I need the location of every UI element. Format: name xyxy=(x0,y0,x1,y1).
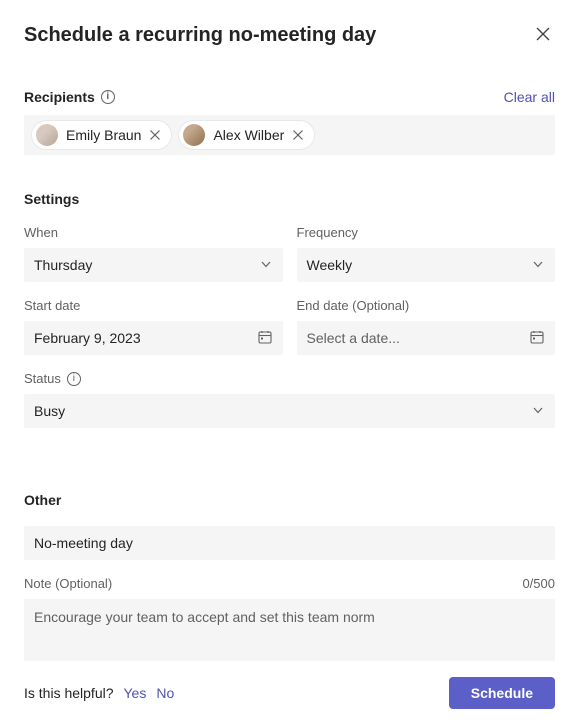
other-heading: Other xyxy=(24,492,555,508)
note-textarea[interactable]: Encourage your team to accept and set th… xyxy=(24,599,555,661)
frequency-label: Frequency xyxy=(297,225,556,240)
recipients-heading: Recipients i xyxy=(24,89,115,105)
dialog-title: Schedule a recurring no-meeting day xyxy=(24,24,376,47)
start-date-label: Start date xyxy=(24,298,283,313)
chevron-down-icon xyxy=(259,257,273,274)
frequency-select[interactable]: Weekly xyxy=(297,248,556,282)
helpful-yes-button[interactable]: Yes xyxy=(124,685,147,701)
recipient-chip[interactable]: Emily Braun xyxy=(32,121,171,149)
close-button[interactable] xyxy=(531,22,555,49)
status-select[interactable]: Busy xyxy=(24,394,555,428)
when-select[interactable]: Thursday xyxy=(24,248,283,282)
end-date-placeholder: Select a date... xyxy=(307,330,400,346)
recipients-input[interactable]: Emily Braun Alex Wilber xyxy=(24,115,555,155)
recipient-name: Alex Wilber xyxy=(213,127,284,143)
helpful-prompt: Is this helpful? xyxy=(24,685,114,701)
info-icon[interactable]: i xyxy=(101,90,115,104)
note-counter: 0/500 xyxy=(522,576,555,591)
calendar-icon[interactable] xyxy=(529,329,545,348)
start-date-value: February 9, 2023 xyxy=(34,330,141,346)
note-label: Note (Optional) xyxy=(24,576,112,591)
title-value: No-meeting day xyxy=(34,535,133,551)
start-date-input[interactable]: February 9, 2023 xyxy=(24,321,283,355)
close-icon xyxy=(535,26,551,45)
status-label: Status i xyxy=(24,371,555,386)
info-icon[interactable]: i xyxy=(67,372,81,386)
remove-recipient-button[interactable] xyxy=(292,129,304,141)
chevron-down-icon xyxy=(531,403,545,420)
helpful-no-button[interactable]: No xyxy=(156,685,174,701)
calendar-icon[interactable] xyxy=(257,329,273,348)
clear-all-button[interactable]: Clear all xyxy=(504,89,555,105)
frequency-value: Weekly xyxy=(307,257,353,273)
recipient-name: Emily Braun xyxy=(66,127,141,143)
recipient-chip[interactable]: Alex Wilber xyxy=(179,121,314,149)
avatar xyxy=(183,124,205,146)
end-date-input[interactable]: Select a date... xyxy=(297,321,556,355)
avatar xyxy=(36,124,58,146)
chevron-down-icon xyxy=(531,257,545,274)
schedule-button[interactable]: Schedule xyxy=(449,677,555,709)
title-input[interactable]: No-meeting day xyxy=(24,526,555,560)
when-value: Thursday xyxy=(34,257,92,273)
settings-heading: Settings xyxy=(24,191,555,207)
remove-recipient-button[interactable] xyxy=(149,129,161,141)
when-label: When xyxy=(24,225,283,240)
note-placeholder: Encourage your team to accept and set th… xyxy=(34,609,375,625)
end-date-label: End date (Optional) xyxy=(297,298,556,313)
status-value: Busy xyxy=(34,403,65,419)
